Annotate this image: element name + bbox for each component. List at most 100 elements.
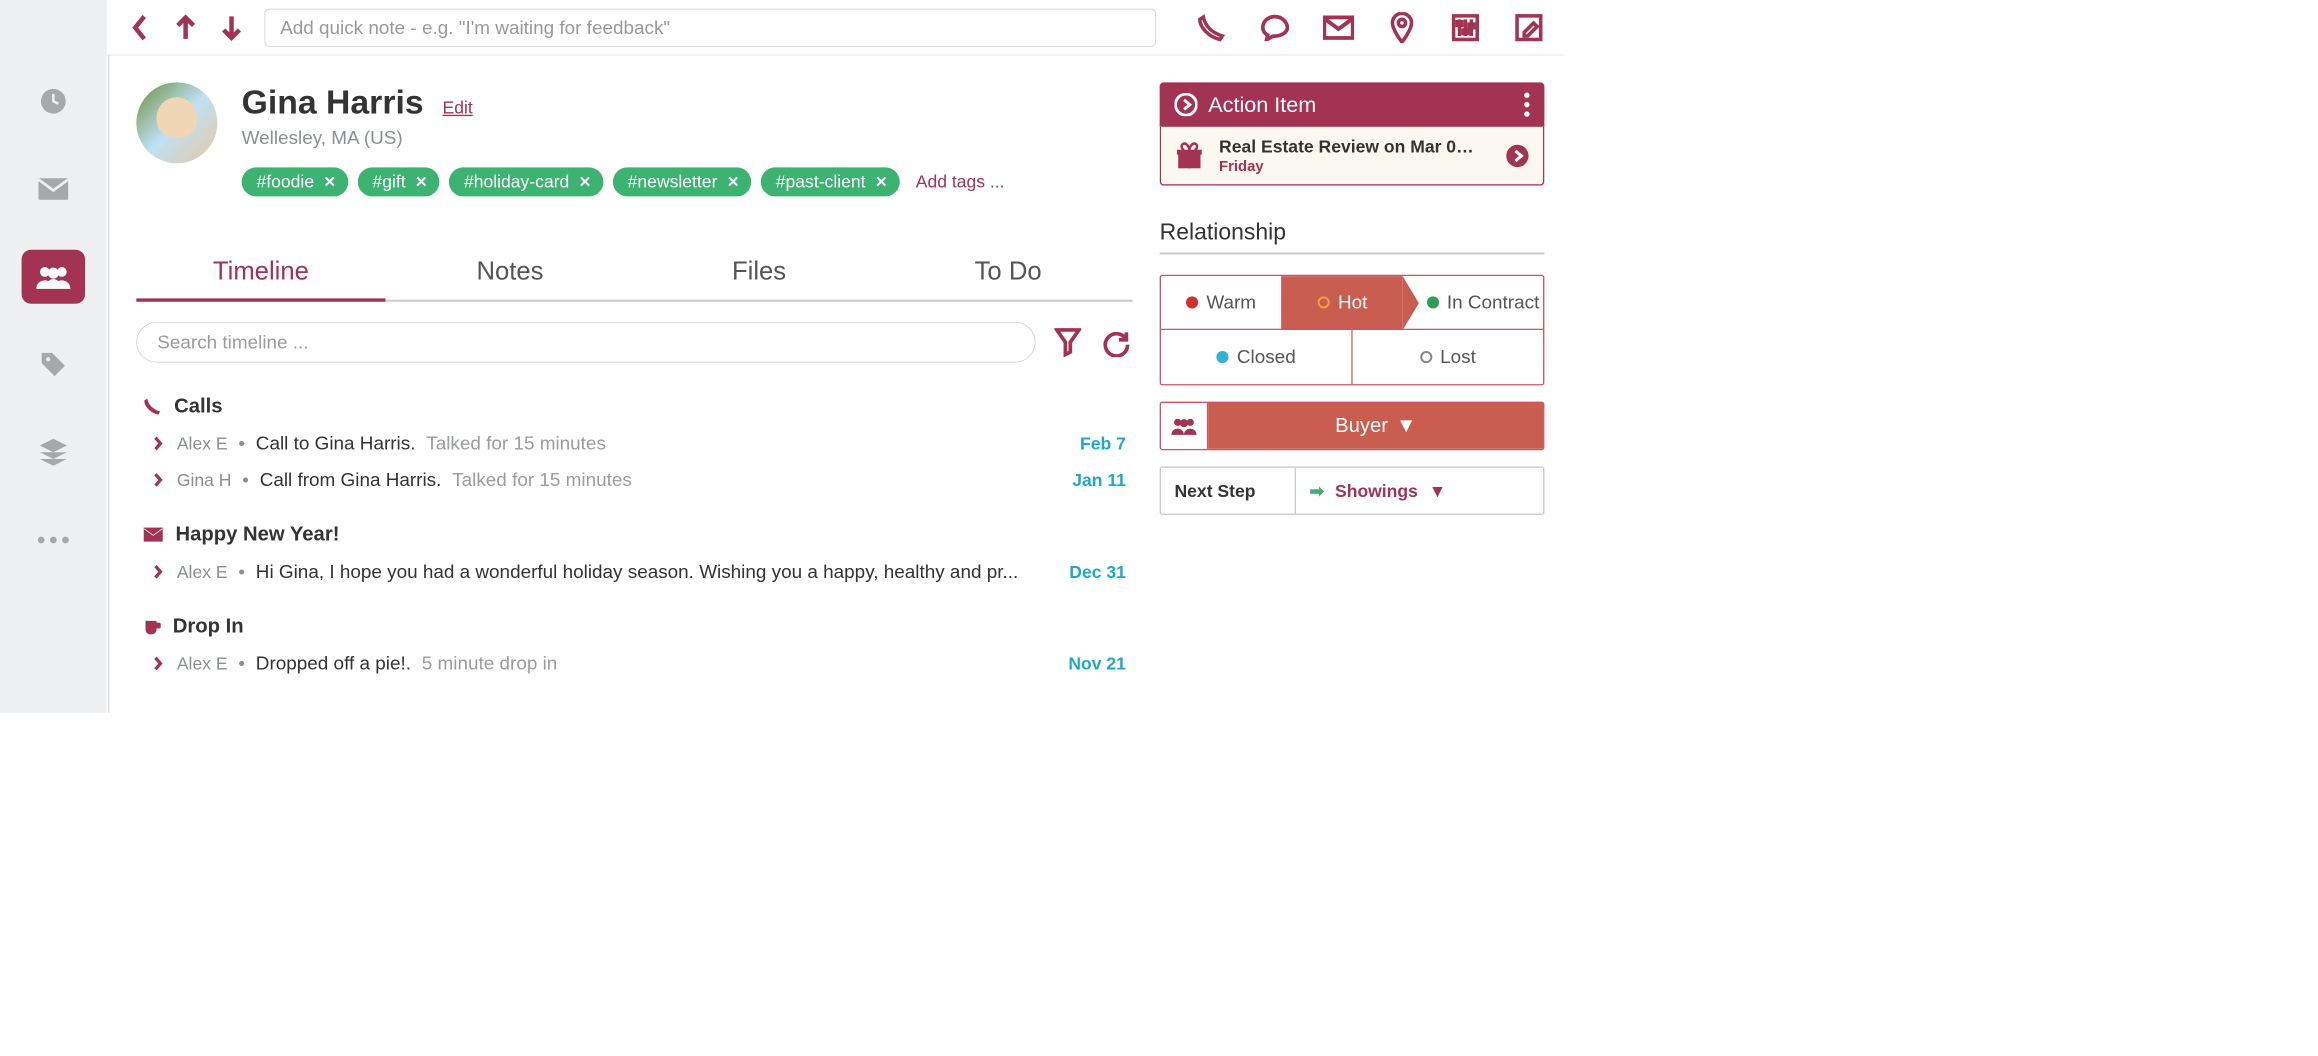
contact-name: Gina Harris: [242, 82, 424, 121]
tag-chip[interactable]: #past-client✕: [761, 167, 900, 196]
sidebar-item-more[interactable]: [22, 513, 85, 567]
row-extra: Talked for 15 minutes: [452, 469, 632, 491]
envelope-icon: [143, 527, 163, 542]
action-message-button[interactable]: [1260, 12, 1291, 43]
avatar[interactable]: [136, 82, 217, 163]
layers-icon: [37, 436, 69, 468]
sidebar-item-layers[interactable]: [22, 425, 85, 479]
action-item-body[interactable]: Real Estate Review on Mar 08, 2... Frida…: [1160, 127, 1545, 186]
tag-label: #gift: [372, 171, 405, 192]
close-icon[interactable]: ✕: [875, 173, 887, 191]
tag-label: #foodie: [257, 171, 315, 192]
action-item-subtitle: Friday: [1219, 157, 1476, 175]
stage-lost[interactable]: Lost: [1353, 330, 1543, 384]
close-icon[interactable]: ✕: [579, 173, 591, 191]
timeline-row[interactable]: Alex E • Call to Gina Harris. Talked for…: [136, 418, 1132, 454]
row-author: Alex E: [177, 653, 228, 674]
contact-location: Wellesley, MA (US): [242, 127, 1005, 149]
action-email-button[interactable]: [1323, 12, 1354, 43]
row-extra: Talked for 15 minutes: [426, 433, 606, 455]
gift-icon: [1175, 141, 1205, 171]
tab-notes[interactable]: Notes: [385, 257, 634, 300]
tag-label: #newsletter: [628, 171, 718, 192]
role-row: Buyer ▼: [1160, 402, 1545, 451]
row-main: Call to Gina Harris.: [256, 433, 416, 455]
caret-down-icon: ▼: [1429, 480, 1446, 501]
row-date: Jan 11: [1072, 469, 1132, 490]
tab-timeline[interactable]: Timeline: [136, 257, 385, 302]
stage-warm[interactable]: Warm: [1161, 276, 1283, 330]
action-item-heading: Action Item: [1208, 92, 1316, 117]
row-author: Gina H: [177, 469, 232, 490]
cup-icon: [143, 616, 161, 636]
close-icon[interactable]: ✕: [324, 173, 336, 191]
funnel-icon: [1054, 327, 1081, 357]
section-title: Happy New Year!: [176, 523, 340, 546]
content-tabs: Timeline Notes Files To Do: [136, 257, 1132, 302]
top-bar: [107, 0, 1565, 55]
stage-grid: Warm Hot In Contract Closed Lost: [1160, 275, 1545, 386]
sidebar-item-inbox[interactable]: [22, 162, 85, 216]
row-author: Alex E: [177, 561, 228, 582]
quick-note-input[interactable]: [265, 8, 1156, 46]
timeline-section: Happy New Year! Alex E • Hi Gina, I hope…: [136, 523, 1132, 582]
close-icon[interactable]: ✕: [415, 173, 427, 191]
content: Gina Harris Edit Wellesley, MA (US) #foo…: [108, 55, 1565, 712]
sidebar-item-tags[interactable]: [22, 338, 85, 392]
sidebar-rail: [0, 0, 107, 713]
filter-button[interactable]: [1052, 326, 1084, 358]
refresh-button[interactable]: [1100, 326, 1132, 358]
envelope-icon: [37, 177, 69, 201]
stage-in-contract[interactable]: In Contract: [1403, 276, 1543, 330]
sidebar-item-clock[interactable]: [22, 74, 85, 128]
tag-chip[interactable]: #gift ✕: [358, 167, 440, 196]
row-extra: 5 minute drop in: [422, 653, 558, 675]
tab-todo[interactable]: To Do: [884, 257, 1133, 300]
nav-back-button[interactable]: [127, 15, 153, 41]
arrow-down-icon: [220, 14, 243, 41]
stage-hot[interactable]: Hot: [1283, 276, 1403, 330]
section-title: Calls: [174, 395, 222, 418]
relationship-heading: Relationship: [1160, 219, 1545, 245]
tab-files[interactable]: Files: [635, 257, 884, 300]
divider: [1160, 252, 1545, 254]
timeline-row[interactable]: Alex E • Dropped off a pie!. 5 minute dr…: [136, 638, 1132, 674]
close-icon[interactable]: ✕: [727, 173, 739, 191]
timeline-row[interactable]: Gina H • Call from Gina Harris. Talked f…: [136, 454, 1132, 490]
contact-header: Gina Harris Edit Wellesley, MA (US) #foo…: [136, 82, 1132, 196]
tags-row: #foodie ✕ #gift ✕ #holiday-card✕ #newslett…: [242, 167, 1005, 196]
nav-prev-button[interactable]: [173, 15, 199, 41]
chevron-right-icon: [153, 473, 164, 488]
timeline-row[interactable]: Alex E • Hi Gina, I hope you had a wonde…: [136, 546, 1132, 582]
action-settings-button[interactable]: [1450, 12, 1481, 43]
action-item-panel: Action Item Real Estate Review on Mar 08…: [1160, 82, 1545, 185]
edit-link[interactable]: Edit: [443, 97, 473, 118]
search-timeline-input[interactable]: [136, 322, 1035, 363]
row-main: Dropped off a pie!.: [256, 653, 411, 675]
action-location-button[interactable]: [1386, 12, 1417, 43]
add-tags-link[interactable]: Add tags ...: [916, 171, 1005, 192]
refresh-icon: [1102, 327, 1132, 357]
next-step-dropdown[interactable]: ➡ Showings ▼: [1296, 468, 1543, 514]
role-dropdown[interactable]: Buyer ▼: [1208, 403, 1543, 449]
tag-chip[interactable]: #newsletter ✕: [613, 167, 752, 196]
timeline-section: Calls Alex E • Call to Gina Harris. Talk…: [136, 395, 1132, 491]
tag-chip[interactable]: #foodie ✕: [242, 167, 348, 196]
row-date: Feb 7: [1080, 433, 1133, 454]
arrow-circle-icon: [1175, 93, 1198, 116]
stage-closed[interactable]: Closed: [1161, 330, 1353, 384]
chevron-right-icon: [153, 656, 164, 671]
people-icon: [1170, 416, 1197, 436]
action-call-button[interactable]: [1196, 12, 1227, 43]
action-menu-button[interactable]: [1524, 92, 1529, 116]
people-icon: [35, 263, 71, 290]
row-main: Hi Gina, I hope you had a wonderful holi…: [256, 561, 1059, 583]
tag-chip[interactable]: #holiday-card✕: [449, 167, 603, 196]
section-title: Drop In: [173, 615, 244, 638]
sidebar-item-contacts[interactable]: [22, 250, 85, 304]
go-icon[interactable]: [1505, 143, 1529, 167]
nav-next-button[interactable]: [219, 15, 245, 41]
action-edit-button[interactable]: [1513, 12, 1544, 43]
speech-icon: [1260, 14, 1290, 41]
pin-icon: [1390, 12, 1414, 43]
